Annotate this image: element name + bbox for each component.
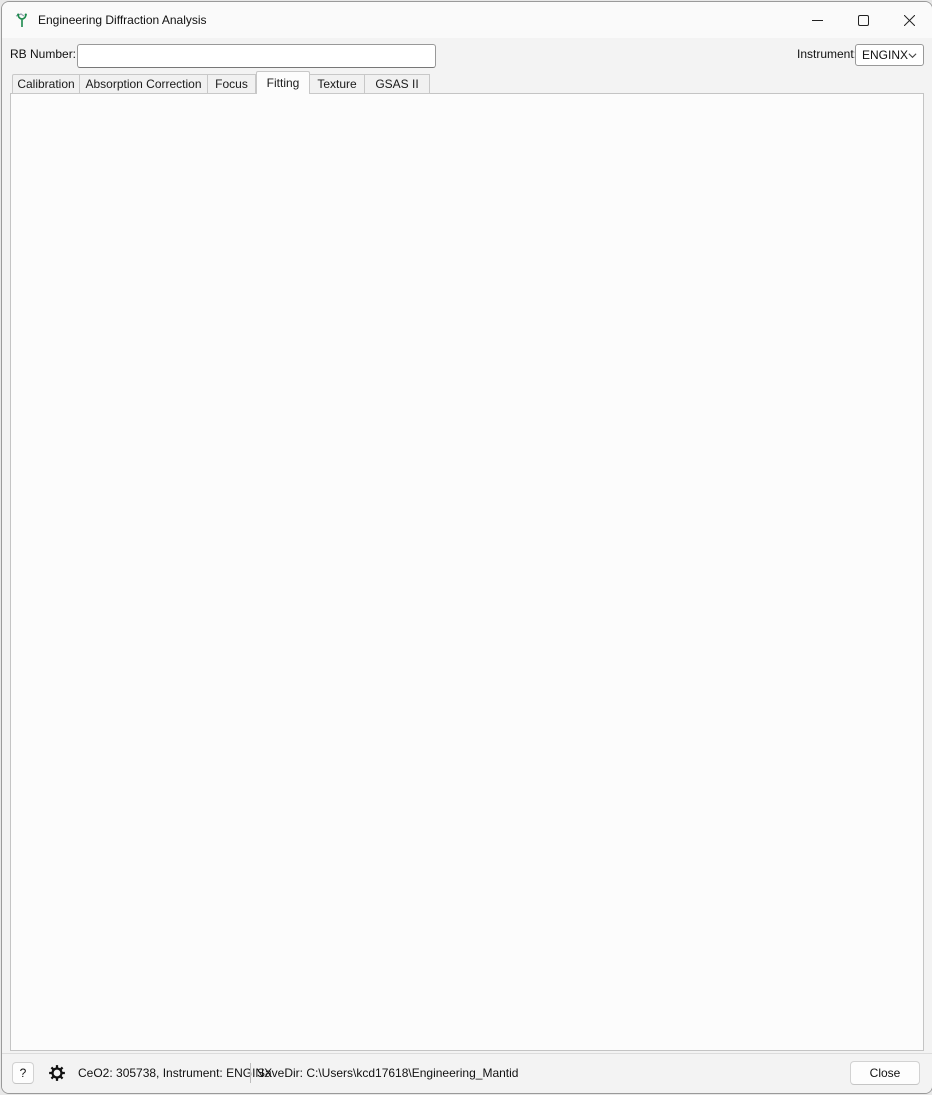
gear-icon <box>48 1064 66 1082</box>
help-button[interactable]: ? <box>12 1062 34 1084</box>
tab-bar: Calibration Absorption Correction Focus … <box>12 71 430 94</box>
minimize-button[interactable] <box>794 2 840 38</box>
rb-number-label: RB Number: <box>10 47 76 61</box>
settings-button[interactable] <box>46 1062 68 1084</box>
calibration-status-text: CeO2: 305738, Instrument: ENGINX <box>78 1054 272 1092</box>
savedir-status-text: SaveDir: C:\Users\kcd17618\Engineering_M… <box>257 1054 518 1092</box>
tab-texture[interactable]: Texture <box>310 74 365 94</box>
tab-absorption-correction[interactable]: Absorption Correction <box>80 74 208 94</box>
tab-calibration[interactable]: Calibration <box>12 74 80 94</box>
engineering-diffraction-window: Engineering Diffraction Analysis RB Numb… <box>1 1 932 1094</box>
chevron-down-icon <box>908 51 917 60</box>
close-button[interactable]: Close <box>850 1061 920 1085</box>
maximize-icon <box>858 15 869 26</box>
tab-fitting[interactable]: Fitting <box>256 71 310 94</box>
tab-gsas-ii[interactable]: GSAS II <box>365 74 430 94</box>
instrument-label: Instrument: <box>797 47 857 61</box>
close-window-button[interactable] <box>886 2 932 38</box>
instrument-combo[interactable]: ENGINX <box>855 44 924 66</box>
status-bar: ? CeO2: 305738, Instrument: ENGINX SaveD… <box>2 1053 932 1094</box>
maximize-button[interactable] <box>840 2 886 38</box>
close-icon <box>904 15 915 26</box>
statusbar-separator <box>250 1063 251 1083</box>
title-bar[interactable]: Engineering Diffraction Analysis <box>2 2 932 38</box>
tab-focus[interactable]: Focus <box>208 74 256 94</box>
minimize-icon <box>812 15 823 26</box>
fitting-tab-pane <box>10 93 924 1051</box>
header-row: RB Number: Instrument: ENGINX <box>2 38 932 70</box>
window-title: Engineering Diffraction Analysis <box>38 13 207 27</box>
rb-number-input[interactable] <box>77 44 436 68</box>
mantid-app-icon <box>14 12 30 28</box>
